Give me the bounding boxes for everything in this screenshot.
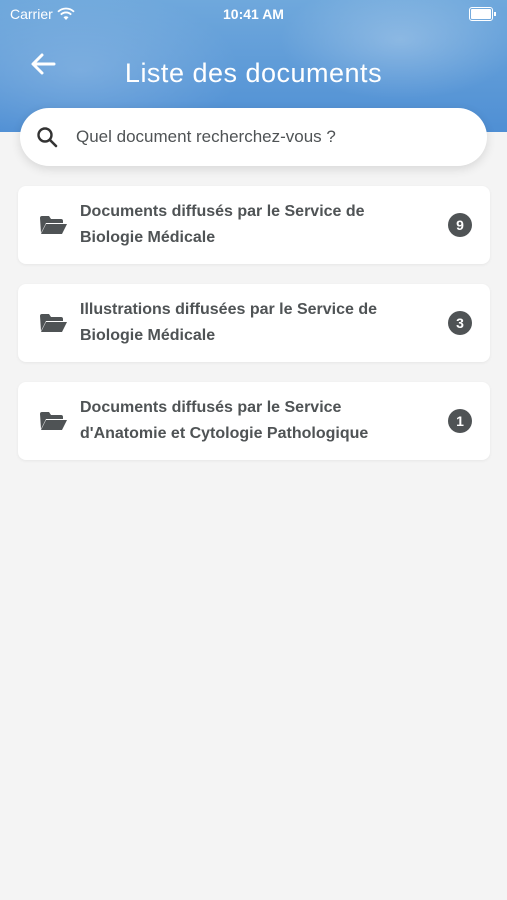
folder-label: Illustrations diffusées par le Service d…: [80, 297, 448, 349]
folder-label-line2: d'Anatomie et Cytologie Pathologique: [80, 425, 369, 442]
search-input[interactable]: [74, 126, 448, 148]
page-title: Liste des documents: [124, 58, 383, 88]
folder-list: Documents diffusés par le Service de Bio…: [18, 186, 490, 480]
search-icon: [37, 127, 58, 148]
folder-label: Documents diffusés par le Service d'Anat…: [80, 395, 448, 447]
folder-label: Documents diffusés par le Service de Bio…: [80, 199, 448, 251]
folder-open-icon: [40, 216, 67, 234]
folder-open-icon: [40, 412, 67, 430]
folder-open-icon: [40, 314, 67, 332]
count-badge: 1: [448, 409, 472, 433]
list-item[interactable]: Illustrations diffusées par le Service d…: [18, 284, 490, 362]
count-badge: 3: [448, 311, 472, 335]
list-item[interactable]: Documents diffusés par le Service de Bio…: [18, 186, 490, 264]
count-badge: 9: [448, 213, 472, 237]
folder-label-line1: Documents diffusés par le Service de: [80, 203, 365, 220]
folder-label-line2: Biologie Médicale: [80, 229, 216, 246]
folder-label-line1: Illustrations diffusées par le Service d…: [80, 301, 377, 318]
search-bar[interactable]: [20, 108, 487, 166]
list-item[interactable]: Documents diffusés par le Service d'Anat…: [18, 382, 490, 460]
battery-icon: [469, 7, 496, 21]
folder-label-line2: Biologie Médicale: [80, 327, 216, 344]
folder-label-line1: Documents diffusés par le Service: [80, 399, 342, 416]
status-bar: Carrier 10:41 AM: [0, 0, 507, 28]
status-time: 10:41 AM: [223, 6, 284, 22]
